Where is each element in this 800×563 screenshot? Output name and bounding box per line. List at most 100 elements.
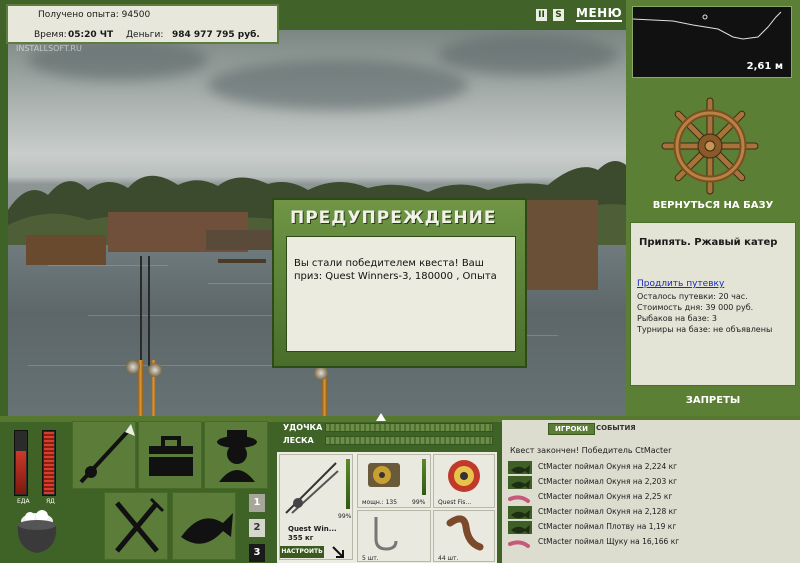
reel-power: мощн.: 135 bbox=[362, 499, 398, 506]
dialog-message: Вы стали победителем квеста! Ваш приз: Q… bbox=[286, 236, 516, 352]
event-text: CtMacter поймал Плотву на 1,19 кг bbox=[538, 522, 677, 531]
slot-number-2[interactable]: 2 bbox=[249, 519, 265, 537]
dialog-title: ПРЕДУПРЕЖДЕНИЕ bbox=[290, 208, 497, 228]
menu-button[interactable]: МЕНЮ bbox=[576, 6, 623, 22]
return-to-base-button[interactable]: ВЕРНУТЬСЯ НА БАЗУ bbox=[632, 200, 794, 211]
drink-gauge bbox=[42, 430, 56, 496]
player-info-panel: Получено опыта: 94500 Время: 05:20 ЧТ Де… bbox=[6, 4, 279, 44]
ripple bbox=[88, 315, 288, 316]
setup-tackle-button[interactable]: НАСТРОИТЬ bbox=[280, 546, 324, 558]
event-row: CtMacter поймал Окуня на 2,25 кг bbox=[508, 490, 798, 505]
reel-equipment-icon bbox=[368, 463, 400, 487]
event-row: CtMacter поймал Окуня на 2,128 кг bbox=[508, 505, 798, 520]
lure-icon bbox=[508, 536, 532, 549]
driftwood bbox=[218, 259, 266, 263]
worm-bait-icon bbox=[446, 515, 484, 551]
anglers-count: Рыбаков на базе: 3 bbox=[637, 314, 717, 323]
eat-slot[interactable] bbox=[104, 492, 168, 560]
reel-percent: 99% bbox=[412, 499, 426, 506]
rod-name: Quest Win... bbox=[288, 525, 337, 533]
cauldron-icon[interactable] bbox=[12, 507, 62, 557]
rod-percent: 99% bbox=[338, 513, 352, 520]
cloud bbox=[438, 35, 618, 75]
ripple bbox=[48, 265, 168, 266]
bans-button[interactable]: ЗАПРЕТЫ bbox=[632, 395, 794, 406]
rod-equipment-slot[interactable]: 99% Quest Win... 355 кг bbox=[279, 454, 353, 560]
tackle-box-icon bbox=[149, 436, 193, 476]
drink-label: ЯД bbox=[46, 498, 55, 505]
event-text: CtMacter поймал Окуня на 2,203 кг bbox=[538, 477, 678, 486]
tab-events[interactable]: СОБЫТИЯ bbox=[596, 424, 636, 432]
fishing-line-spool-icon bbox=[448, 460, 480, 492]
slot-number-1[interactable]: 1 bbox=[249, 494, 265, 512]
time-value: 05:20 ЧТ bbox=[68, 30, 114, 40]
character-slot[interactable] bbox=[204, 421, 268, 489]
fishing-rod-tip bbox=[140, 256, 142, 366]
money-value: 984 977 795 руб. bbox=[172, 30, 260, 40]
warning-dialog[interactable]: ПРЕДУПРЕЖДЕНИЕ Вы стали победителем квес… bbox=[272, 198, 527, 368]
rod-equipment-icon bbox=[285, 462, 339, 514]
experience-value: 94500 bbox=[121, 10, 151, 20]
reel-icon bbox=[126, 360, 140, 374]
depth-value: 2,61 м bbox=[746, 61, 783, 72]
experience-row: Получено опыта: 94500 bbox=[38, 10, 150, 20]
reel-icon bbox=[314, 366, 328, 380]
fishing-rod-tip bbox=[148, 256, 150, 366]
watermark: INSTALLSOFT.RU bbox=[16, 44, 82, 53]
fish-icon bbox=[508, 461, 532, 474]
line-equipment-slot[interactable]: Quest Fis... bbox=[433, 454, 495, 508]
pause-button[interactable]: II bbox=[536, 9, 547, 21]
event-text: CtMacter поймал Щуку на 16,166 кг bbox=[538, 537, 680, 546]
rod-tension-bar bbox=[325, 423, 493, 432]
hook-icon bbox=[374, 517, 398, 551]
line-tension-bar bbox=[325, 436, 493, 445]
rusty-boat bbox=[26, 235, 106, 265]
fish-icon bbox=[508, 476, 532, 489]
rod-weight: 355 кг bbox=[288, 534, 314, 542]
tournaments-status: Турниры на базе: не объявлены bbox=[637, 325, 773, 334]
rod-bar-label: УДОЧКА bbox=[283, 423, 323, 432]
extend-permit-link[interactable]: Продлить путевку bbox=[637, 279, 724, 289]
bait-equipment-slot[interactable]: 44 шт. bbox=[433, 510, 495, 562]
event-row: CtMacter поймал Щуку на 16,166 кг bbox=[508, 535, 798, 550]
day-cost: Стоимость дня: 39 000 руб. bbox=[637, 303, 754, 312]
time-label: Время: bbox=[34, 30, 67, 40]
cloud bbox=[208, 60, 468, 110]
fisherman-icon bbox=[217, 430, 257, 482]
rod-slot[interactable] bbox=[72, 421, 136, 489]
fish-icon bbox=[508, 521, 532, 534]
fish-icon bbox=[181, 513, 233, 544]
tab-players[interactable]: ИГРОКИ bbox=[548, 423, 595, 435]
reel-condition-bar bbox=[422, 459, 426, 495]
sound-button[interactable]: S bbox=[553, 9, 564, 21]
rod-condition-bar bbox=[346, 459, 350, 509]
rusty-cutter bbox=[522, 200, 598, 290]
rusty-boat bbox=[206, 230, 276, 250]
line-name: Quest Fis... bbox=[438, 499, 472, 506]
reel-equipment-slot[interactable]: мощн.: 135 99% bbox=[357, 454, 431, 508]
slot-number-3[interactable]: 3 bbox=[249, 544, 265, 562]
lure-icon bbox=[508, 491, 532, 504]
location-title: Припять. Ржавый катер bbox=[639, 237, 778, 248]
quest-finished-message: Квест закончен! Победитель CtMacter bbox=[510, 446, 672, 455]
ship-wheel-icon[interactable] bbox=[660, 96, 760, 196]
depth-map[interactable]: 2,61 м bbox=[632, 6, 792, 78]
experience-label: Получено опыта: bbox=[38, 10, 119, 20]
event-row: CtMacter поймал Окуня на 2,224 кг bbox=[508, 460, 798, 475]
event-text: CtMacter поймал Окуня на 2,224 кг bbox=[538, 462, 678, 471]
hook-equipment-slot[interactable]: 5 шт. bbox=[357, 510, 431, 562]
event-row: CtMacter поймал Плотву на 1,19 кг bbox=[508, 520, 798, 535]
tackle-box-slot[interactable] bbox=[138, 421, 202, 489]
event-row: CtMacter поймал Окуня на 2,203 кг bbox=[508, 475, 798, 490]
arrow-down-right-icon[interactable] bbox=[332, 546, 344, 558]
drink-gauge-fill bbox=[44, 432, 54, 494]
fish-icon bbox=[508, 506, 532, 519]
food-label: ЕДА bbox=[17, 498, 30, 505]
line-bar-label: ЛЕСКА bbox=[283, 436, 314, 445]
catch-slot[interactable] bbox=[172, 492, 236, 560]
permit-remaining: Осталось путевки: 20 час. bbox=[637, 292, 748, 301]
food-gauge bbox=[14, 430, 28, 496]
float-marker-icon bbox=[702, 14, 708, 20]
fork-knife-icon bbox=[115, 497, 165, 553]
tension-bars: УДОЧКА ЛЕСКА bbox=[277, 420, 497, 450]
